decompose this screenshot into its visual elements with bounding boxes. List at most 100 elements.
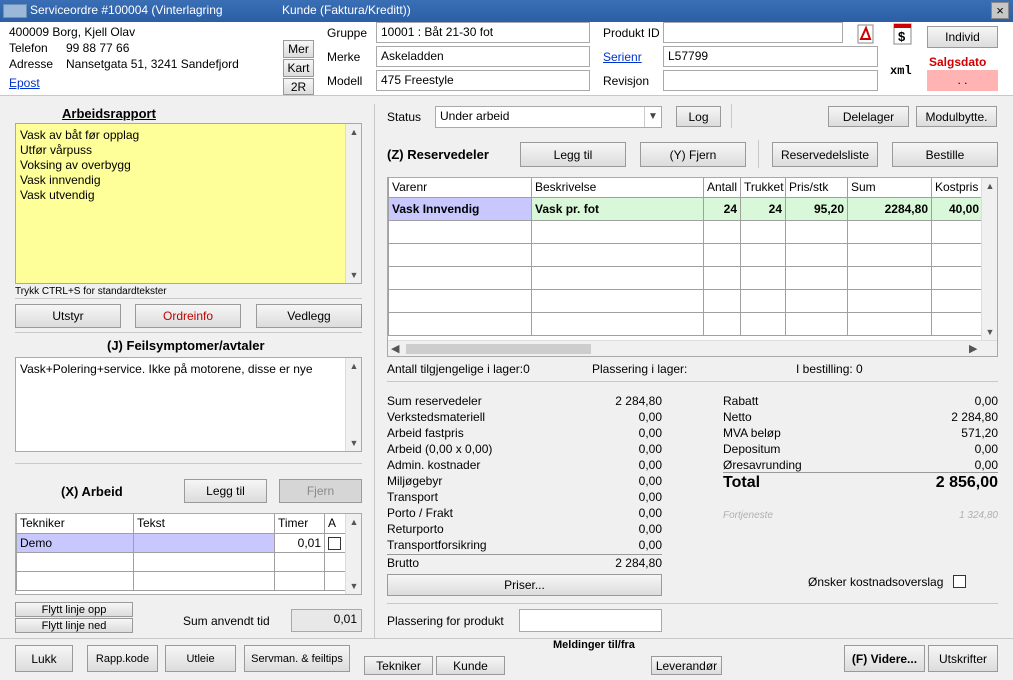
work-cell-a[interactable] [324, 532, 347, 553]
table-row[interactable] [388, 242, 983, 267]
table-row[interactable] [16, 570, 347, 591]
parts-col-qty[interactable]: Antall [703, 178, 741, 198]
table-row[interactable] [388, 311, 983, 336]
work-col-text[interactable]: Tekst [133, 514, 275, 534]
parts-cell-drawn[interactable]: 24 [740, 196, 786, 221]
status-select[interactable]: Under arbeid ▼ [435, 106, 662, 128]
scroll-up-icon[interactable]: ▲ [346, 358, 361, 374]
message-customer-button[interactable]: Kunde [436, 656, 505, 675]
remove-part-button[interactable]: (Y) Fjern [640, 142, 746, 167]
parts-col-item[interactable]: Varenr [388, 178, 532, 198]
scroll-up-icon[interactable]: ▲ [982, 178, 997, 194]
symptoms-textarea[interactable]: Vask+Polering+service. Ikke på motorene,… [15, 357, 362, 452]
product-id-field[interactable] [663, 22, 843, 43]
work-cell-tech[interactable]: Demo [16, 532, 134, 553]
parts-col-cost[interactable]: Kostpris [931, 178, 983, 198]
gross-label: Brutto [387, 556, 420, 570]
work-report-scrollbar[interactable]: ▲ ▼ [345, 124, 361, 283]
message-technician-button[interactable]: Tekniker [364, 656, 433, 675]
parts-col-price[interactable]: Pris/stk [785, 178, 848, 198]
move-line-up-button[interactable]: Flytt linje opp [15, 602, 133, 617]
parts-col-desc[interactable]: Beskrivelse [531, 178, 704, 198]
parts-col-sum[interactable]: Sum [847, 178, 932, 198]
parts-store-button[interactable]: Delelager [828, 106, 909, 127]
chevron-down-icon[interactable]: ▼ [644, 107, 661, 127]
work-report-textarea[interactable]: Vask av båt før opplag Utfør vårpuss Vok… [15, 123, 362, 284]
table-row[interactable] [388, 219, 983, 244]
parts-cell-item[interactable]: Vask Innvendig [388, 196, 532, 221]
table-row[interactable] [388, 265, 983, 290]
map-button[interactable]: Kart [283, 59, 314, 77]
work-col-technician[interactable]: Tekniker [16, 514, 134, 534]
work-report-line: Voksing av overbygg [20, 158, 131, 172]
parts-cell-cost[interactable]: 40,00 [931, 196, 983, 221]
scroll-thumb[interactable] [406, 344, 591, 354]
scroll-down-icon[interactable]: ▼ [346, 435, 361, 451]
order-info-button[interactable]: Ordreinfo [135, 304, 241, 328]
model-field[interactable]: 475 Freestyle [376, 70, 590, 91]
scroll-left-icon[interactable]: ◀ [391, 342, 399, 355]
serial-link[interactable]: Serienr [603, 50, 642, 64]
2r-button[interactable]: 2R [283, 78, 314, 95]
work-a-checkbox[interactable] [328, 536, 341, 550]
report-code-button[interactable]: Rapp.kode [87, 645, 158, 672]
parts-table-hscroll[interactable]: ◀ ▶ [388, 340, 997, 356]
table-row[interactable] [388, 288, 983, 313]
group-field[interactable]: 10001 : Båt 21-30 fot [376, 22, 590, 43]
symptoms-scrollbar[interactable]: ▲ ▼ [345, 358, 361, 451]
parts-table-vscroll[interactable]: ▲ ▼ [981, 178, 997, 340]
stock-available-label: Antall tilgjengelige i lager:0 [387, 362, 530, 376]
log-button[interactable]: Log [676, 106, 721, 127]
parts-col-drawn[interactable]: Trukket [740, 178, 786, 198]
parts-table: Varenr Beskrivelse Antall Trukket Pris/s… [387, 177, 998, 357]
pdf-icon[interactable] [856, 24, 876, 44]
attachment-button[interactable]: Vedlegg [256, 304, 362, 328]
scroll-up-icon[interactable]: ▲ [346, 514, 362, 530]
table-row[interactable]: Demo 0,01 [16, 532, 347, 553]
scroll-up-icon[interactable]: ▲ [346, 124, 361, 140]
scroll-down-icon[interactable]: ▼ [982, 324, 997, 340]
add-work-button[interactable]: Legg til [184, 479, 267, 503]
individual-button[interactable]: Individ [927, 26, 998, 48]
service-manual-button[interactable]: Servman. & feiltips [244, 645, 350, 672]
work-table-scrollbar[interactable]: ▲ ▼ [345, 514, 361, 594]
rent-button[interactable]: Utleie [165, 645, 236, 672]
table-row[interactable] [16, 551, 347, 572]
equipment-button[interactable]: Utstyr [15, 304, 121, 328]
parts-cell-desc[interactable]: Vask pr. fot [531, 196, 704, 221]
add-part-button[interactable]: Legg til [520, 142, 626, 167]
work-cell-text[interactable] [133, 532, 275, 553]
forward-button[interactable]: (F) Videre... [844, 645, 925, 672]
parts-list-button[interactable]: Reservedelsliste [772, 142, 878, 167]
scroll-down-icon[interactable]: ▼ [346, 578, 362, 594]
summary-left-row: Transportforsikring 0,00 [387, 538, 662, 554]
more-button[interactable]: Mer [283, 40, 314, 58]
prices-button[interactable]: Priser... [387, 574, 662, 596]
email-link[interactable]: Epost [9, 76, 40, 90]
product-location-field[interactable] [519, 609, 662, 632]
scroll-right-icon[interactable]: ▶ [969, 342, 977, 355]
work-cell-hours[interactable]: 0,01 [274, 532, 325, 553]
remove-work-button[interactable]: Fjern [279, 479, 362, 503]
revision-field[interactable] [663, 70, 878, 91]
brand-field[interactable]: Askeladden [376, 46, 590, 67]
parts-cell-qty[interactable]: 24 [703, 196, 741, 221]
cost-estimate-checkbox[interactable] [953, 575, 966, 588]
sale-date-field[interactable]: . . [927, 70, 998, 91]
scroll-down-icon[interactable]: ▼ [346, 267, 361, 283]
move-line-down-button[interactable]: Flytt linje ned [15, 618, 133, 633]
invoice-dollar-icon[interactable]: $ [893, 23, 913, 45]
table-row[interactable]: Vask Innvendig Vask pr. fot 24 24 95,20 … [388, 196, 983, 221]
message-supplier-button[interactable]: Leverandør [651, 656, 722, 675]
printouts-button[interactable]: Utskrifter [928, 645, 998, 672]
close-button[interactable]: Lukk [15, 645, 73, 672]
module-swap-button[interactable]: Modulbytte. [916, 106, 997, 127]
parts-cell-sum[interactable]: 2284,80 [847, 196, 932, 221]
close-window-button[interactable]: × [991, 2, 1009, 19]
xml-icon[interactable]: xml [890, 64, 912, 78]
serial-field[interactable]: L57799 [663, 46, 878, 67]
order-button[interactable]: Bestille [892, 142, 998, 167]
work-col-a[interactable]: A [324, 514, 347, 534]
parts-cell-price[interactable]: 95,20 [785, 196, 848, 221]
work-col-hours[interactable]: Timer [274, 514, 325, 534]
